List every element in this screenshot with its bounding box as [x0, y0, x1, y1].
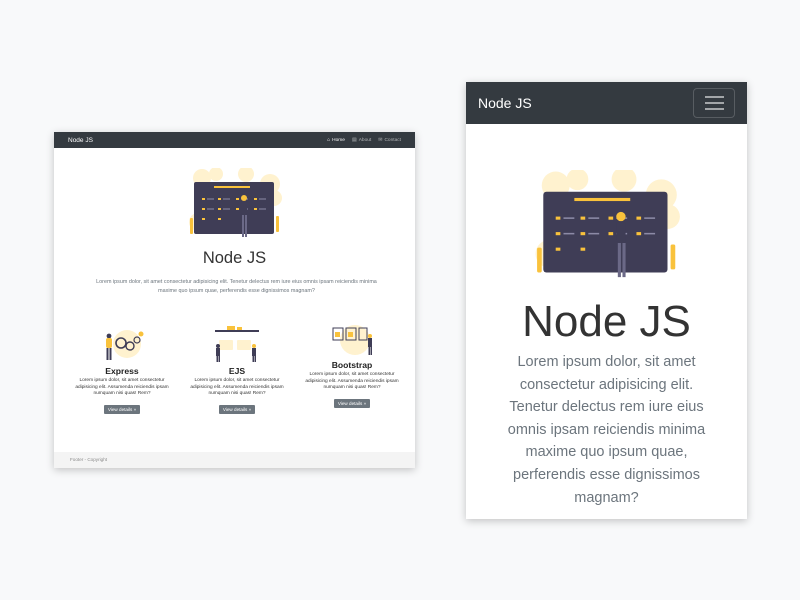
navbar-brand[interactable]: Node JS	[478, 95, 532, 111]
hero-illustration	[189, 168, 282, 237]
hero-description: Lorem ipsum dolor, sit amet consectetur …	[507, 354, 706, 506]
home-icon: ⌂	[327, 136, 331, 143]
hamburger-icon	[704, 96, 724, 98]
feature-card-bootstrap: Bootstrap Lorem ipsum dolor, sit amet co…	[302, 322, 402, 410]
view-details-button[interactable]: View details »	[103, 404, 141, 414]
mobile-navbar: Node JS	[466, 82, 747, 124]
nav-link-label: About	[358, 137, 372, 143]
footer: Footer - Copyright	[54, 452, 415, 468]
components-illustration	[332, 325, 372, 355]
feature-card-ejs: EJS Lorem ipsum dolor, sit amet consecte…	[187, 326, 287, 416]
nav-links: ⌂ Home ▤ About ✉ Contact	[327, 136, 401, 143]
feature-text: Lorem ipsum dolor, sit amet consectetur …	[190, 378, 284, 397]
desktop-preview: Node JS ⌂ Home ▤ About ✉ Contact Node JS…	[54, 132, 415, 468]
template-illustration	[215, 326, 259, 362]
feature-text: Lorem ipsum dolor, sit amet consectetur …	[305, 372, 399, 391]
nav-link-contact[interactable]: ✉ Contact	[378, 136, 401, 143]
feature-title: Express	[105, 366, 139, 376]
feature-title: Bootstrap	[331, 360, 373, 370]
hamburger-menu-button[interactable]	[693, 88, 735, 118]
hero-title: Node JS	[202, 249, 267, 267]
hero-illustration	[535, 170, 680, 278]
feature-card-express: Express Lorem ipsum dolor, sit amet cons…	[72, 326, 172, 416]
envelope-icon: ✉	[378, 136, 383, 143]
hero-description: Lorem ipsum dolor, sit amet consectetur …	[96, 279, 377, 294]
view-details-button[interactable]: View details »	[218, 404, 256, 414]
gears-illustration	[106, 330, 144, 360]
hero-title: Node JS	[522, 297, 691, 346]
mobile-preview: Node JS Node JS Lorem ipsum dolor, sit a…	[466, 82, 747, 519]
feature-text: Lorem ipsum dolor, sit amet consectetur …	[75, 378, 169, 397]
document-icon: ▤	[351, 136, 357, 143]
feature-title: EJS	[228, 366, 246, 376]
nav-link-home[interactable]: ⌂ Home	[327, 136, 345, 143]
nav-link-label: Home	[332, 137, 345, 143]
nav-link-about[interactable]: ▤ About	[351, 136, 372, 143]
navbar: Node JS ⌂ Home ▤ About ✉ Contact	[54, 132, 415, 148]
nav-link-label: Contact	[384, 137, 401, 143]
navbar-brand[interactable]: Node JS	[68, 137, 93, 144]
view-details-button[interactable]: View details »	[333, 398, 371, 408]
